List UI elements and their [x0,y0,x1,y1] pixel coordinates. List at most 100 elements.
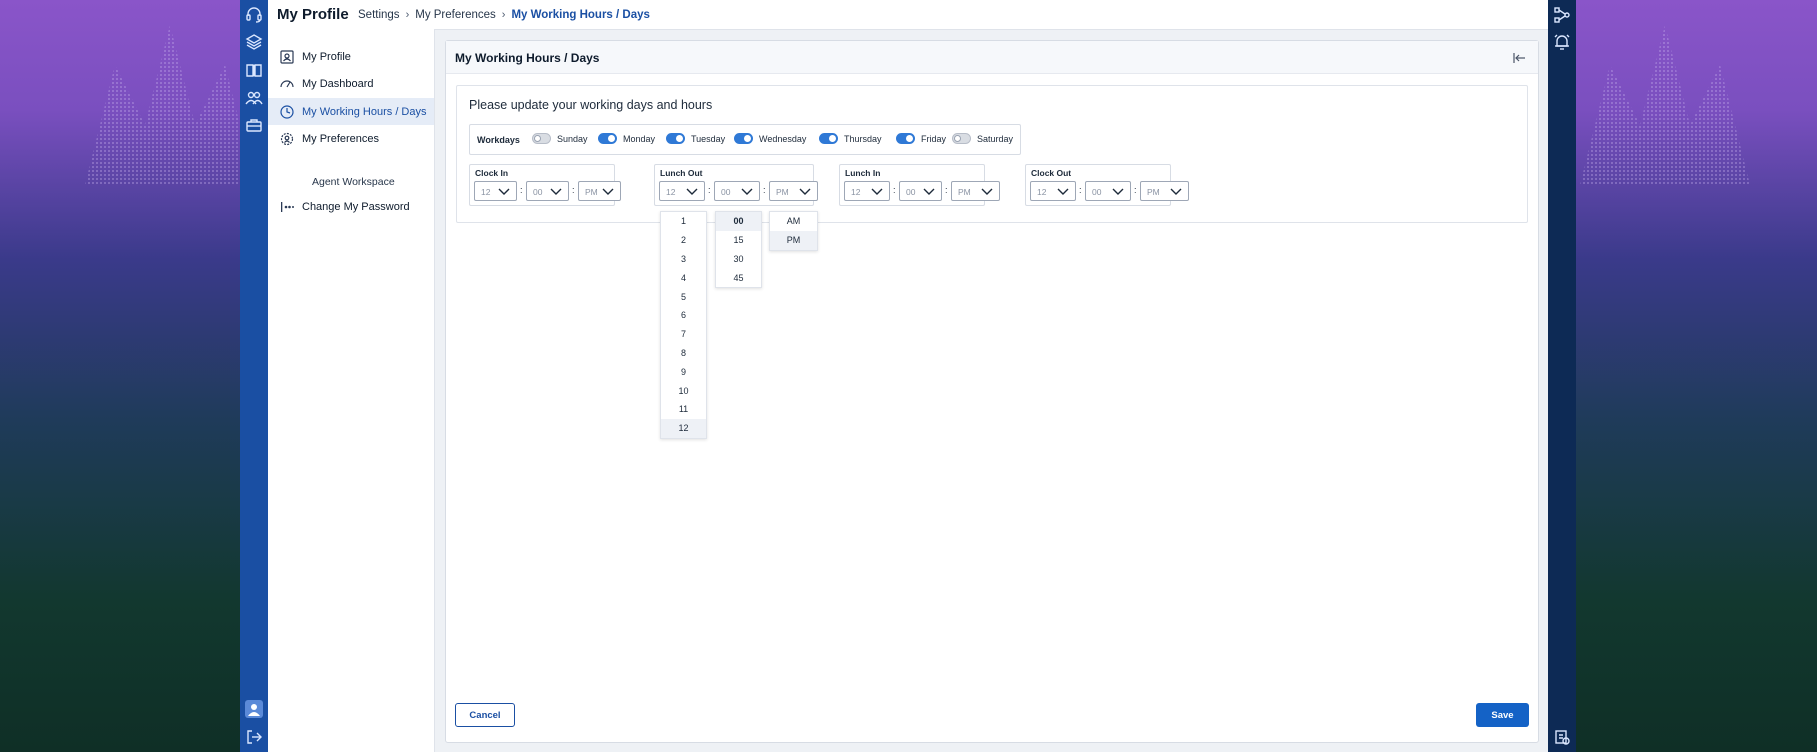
toggle-switch[interactable] [598,133,617,144]
clock-out-group: Clock Out 12 : 00 : PM [1025,164,1189,206]
hour-option[interactable]: 2 [661,231,706,250]
logout-icon[interactable] [245,728,263,746]
hour-option[interactable]: 8 [661,344,706,363]
user-avatar-icon[interactable] [245,700,263,718]
time-separator: : [763,185,766,195]
working-hours-panel: My Working Hours / Days Please update yo… [445,40,1539,743]
sidebar-item-label: Change My Password [302,200,410,213]
minute-option[interactable]: 45 [716,268,761,287]
day-toggle-tuesday[interactable]: Tuesday [666,133,725,144]
sidebar-subitem-agent-workspace[interactable]: Agent Workspace [312,176,395,188]
hour-select[interactable]: 12 [659,181,705,201]
hour-select[interactable]: 12 [474,181,517,201]
day-label: Thursday [844,133,882,144]
minute-select[interactable]: 00 [899,181,942,201]
alarm-icon[interactable] [1553,33,1571,51]
user-card-icon [280,49,294,64]
chevron-right-icon: › [501,9,506,21]
collapse-panel-icon[interactable] [1512,51,1526,65]
sidebar-item-working-hours[interactable]: My Working Hours / Days [268,98,434,125]
hour-option[interactable]: 3 [661,250,706,269]
hour-option[interactable]: 1 [661,212,706,231]
minute-select[interactable]: 00 [714,181,760,201]
hour-option[interactable]: 10 [661,381,706,400]
left-rail [240,0,268,752]
book-icon[interactable] [245,61,263,79]
working-hours-card: Please update your working days and hour… [456,85,1528,223]
hour-option[interactable]: 9 [661,362,706,381]
chevron-down-icon [602,188,614,195]
hour-option[interactable]: 12 [661,418,706,438]
chevron-down-icon [871,188,883,195]
hour-option[interactable]: 4 [661,268,706,287]
toggle-switch[interactable] [532,133,551,144]
sidebar-item-my-dashboard[interactable]: My Dashboard [268,70,434,97]
select-value: 00 [1092,187,1102,197]
minute-select[interactable]: 00 [1085,181,1131,201]
time-group-label: Lunch Out [660,168,703,178]
hour-option[interactable]: 6 [661,306,706,325]
day-toggle-thursday[interactable]: Thursday [819,133,882,144]
card-title: Please update your working days and hour… [469,98,713,112]
team-icon[interactable] [245,89,263,107]
time-separator: : [1079,185,1082,195]
ampm-select[interactable]: PM [951,181,1000,201]
gauge-icon [280,77,294,91]
day-toggle-monday[interactable]: Monday [598,133,655,144]
report-icon[interactable] [1553,728,1571,746]
hour-option[interactable]: 7 [661,325,706,344]
select-value: 00 [533,187,543,197]
ampm-option[interactable]: AM [770,212,817,231]
minute-option[interactable]: 30 [716,250,761,269]
time-separator: : [1134,185,1137,195]
day-toggle-sunday[interactable]: Sunday [532,133,588,144]
time-separator: : [945,185,948,195]
sidebar-item-label: My Dashboard [302,77,374,90]
chevron-right-icon: › [405,9,410,21]
hour-option[interactable]: 5 [661,287,706,306]
chevron-down-icon [1057,188,1069,195]
headset-icon[interactable] [245,6,263,24]
background-decoration [85,25,255,185]
hour-select[interactable]: 12 [1030,181,1076,201]
toggle-switch[interactable] [666,133,685,144]
hour-select[interactable]: 12 [844,181,890,201]
cancel-button[interactable]: Cancel [455,703,515,727]
sidebar-item-my-profile[interactable]: My Profile [268,43,434,70]
minute-option[interactable]: 00 [716,212,761,231]
minute-select[interactable]: 00 [526,181,569,201]
select-value: 12 [1037,187,1047,197]
chevron-down-icon [981,188,993,195]
ampm-select[interactable]: PM [578,181,621,201]
hour-option[interactable]: 11 [661,400,706,419]
ampm-option[interactable]: PM [770,230,817,250]
chevron-down-icon [1170,188,1182,195]
breadcrumb-current: My Working Hours / Days [511,9,650,21]
chevron-down-icon [741,188,753,195]
day-toggle-friday[interactable]: Friday [896,133,946,144]
sidebar-item-change-password[interactable]: Change My Password [268,193,434,220]
save-button[interactable]: Save [1476,703,1529,727]
ampm-select[interactable]: PM [769,181,818,201]
breadcrumb: Settings › My Preferences › My Working H… [358,9,650,21]
sidebar-item-label: My Preferences [302,132,380,145]
time-separator: : [893,185,896,195]
toggle-switch[interactable] [896,133,915,144]
toggle-switch[interactable] [819,133,838,144]
ampm-select[interactable]: PM [1140,181,1189,201]
workflow-icon[interactable] [1553,6,1571,24]
lunch-out-group: Lunch Out 12 : 00 : PM [654,164,818,206]
chevron-down-icon [550,188,562,195]
sidebar-item-my-preferences[interactable]: My Preferences [268,125,434,152]
app-window: My Profile Settings › My Preferences › M… [240,0,1576,752]
breadcrumb-settings[interactable]: Settings [358,9,400,21]
toggle-switch[interactable] [952,133,971,144]
minute-dropdown-list: 00 15 30 45 [715,211,762,289]
day-toggle-wednesday[interactable]: Wednesday [734,133,806,144]
layers-icon[interactable] [245,33,263,51]
day-toggle-saturday[interactable]: Saturday [952,133,1013,144]
breadcrumb-my-preferences[interactable]: My Preferences [415,9,496,21]
briefcase-icon[interactable] [245,116,263,134]
minute-option[interactable]: 15 [716,231,761,250]
toggle-switch[interactable] [734,133,753,144]
